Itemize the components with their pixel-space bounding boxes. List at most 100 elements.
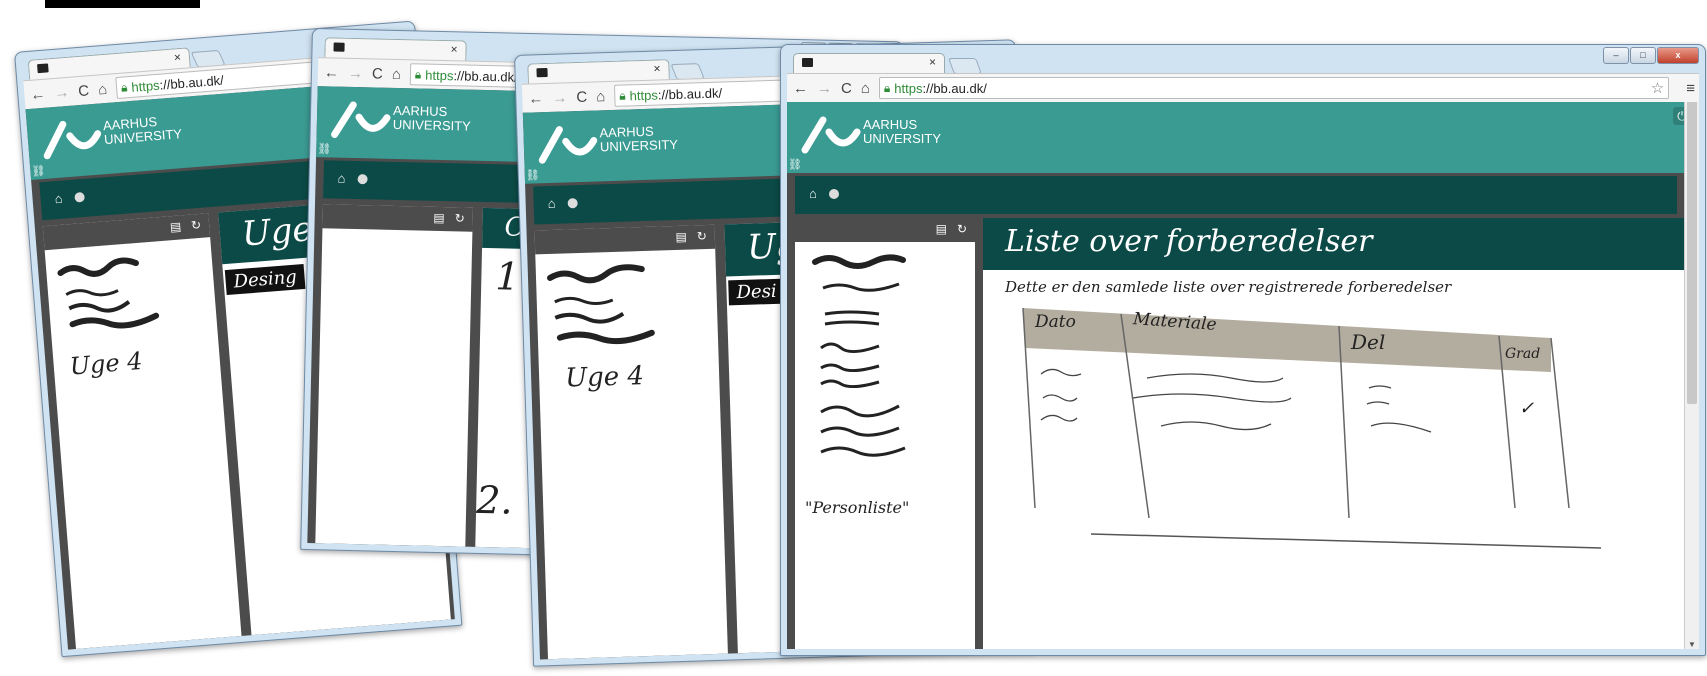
link-icon[interactable]: ⛓︎ bbox=[317, 142, 331, 155]
address-bar[interactable]: 🔒︎ https ://bb.au.dk/ ☆ bbox=[878, 77, 1670, 99]
nav-home-icon[interactable]: ⌂ bbox=[809, 186, 817, 201]
folder-icon[interactable]: ▤ bbox=[169, 219, 181, 234]
column-header-grad[interactable]: Grad bbox=[1505, 346, 1540, 362]
sidebar-scribbles bbox=[547, 264, 655, 345]
check-icon[interactable]: ✓ bbox=[1519, 398, 1534, 419]
forward-icon[interactable]: → bbox=[817, 80, 832, 97]
nav-dot-icon[interactable] bbox=[357, 174, 368, 185]
refresh-icon[interactable]: ↻ bbox=[957, 222, 967, 236]
url-host: ://bb.au.dk/ bbox=[158, 72, 225, 93]
window-controls: ‒ □ x bbox=[1603, 47, 1699, 64]
lock-icon: 🔒︎ bbox=[414, 66, 422, 81]
sidebar: ▤ ↻ Uge 4 bbox=[42, 213, 242, 649]
minimize-button[interactable]: ‒ bbox=[1603, 47, 1629, 64]
sidebar-caption[interactable]: Uge 4 bbox=[69, 347, 144, 381]
folder-icon[interactable]: ▤ bbox=[936, 222, 947, 236]
page-title: Liste over forberedelser bbox=[1005, 224, 1373, 259]
tab-close-icon[interactable]: × bbox=[929, 55, 936, 69]
scroll-down-icon[interactable]: ▼ bbox=[1685, 640, 1699, 649]
reload-icon[interactable]: C bbox=[78, 82, 90, 100]
vertical-scrollbar[interactable]: ▲ ▼ bbox=[1684, 102, 1699, 649]
url-host: ://bb.au.dk/ bbox=[453, 67, 518, 85]
page-description: Dette er den samlede liste over registre… bbox=[1005, 278, 1452, 296]
sidebar-caption-personliste[interactable]: "Personliste" bbox=[805, 498, 909, 517]
sidebar-header: ▤ ↻ bbox=[534, 224, 716, 255]
refresh-icon[interactable]: ↻ bbox=[697, 229, 707, 243]
black-bar bbox=[45, 0, 200, 8]
home-icon[interactable]: ⌂ bbox=[861, 80, 870, 97]
favicon-icon bbox=[536, 67, 548, 78]
back-icon[interactable]: ← bbox=[528, 90, 544, 107]
title-bar: × ‒ □ x bbox=[781, 45, 1705, 74]
browser-window-main: × ‒ □ x ← → C ⌂ 🔒︎ https ://bb.au.dk/ ☆ … bbox=[780, 44, 1706, 656]
reload-icon[interactable]: C bbox=[576, 88, 587, 105]
home-icon[interactable]: ⌂ bbox=[596, 88, 606, 105]
university-name: AARHUS UNIVERSITY bbox=[863, 117, 942, 146]
url-host: ://bb.au.dk/ bbox=[657, 84, 723, 102]
nav-home-icon[interactable]: ⌂ bbox=[337, 171, 345, 186]
content-subtitle: Desing bbox=[224, 263, 306, 296]
tab-close-icon[interactable]: × bbox=[653, 61, 660, 75]
tab-close-icon[interactable]: × bbox=[450, 42, 457, 56]
new-tab-button[interactable] bbox=[948, 58, 982, 74]
content-title: Uge bbox=[240, 209, 314, 255]
nav-home-icon[interactable]: ⌂ bbox=[547, 196, 555, 211]
browser-tab[interactable]: × bbox=[793, 53, 945, 74]
folder-icon[interactable]: ▤ bbox=[433, 211, 445, 225]
reload-icon[interactable]: C bbox=[841, 80, 852, 97]
link-icon[interactable]: ⛓︎ bbox=[526, 168, 540, 181]
forward-icon[interactable]: → bbox=[348, 64, 363, 81]
sidebar: ▤ ↻ bbox=[315, 204, 473, 547]
reload-icon[interactable]: C bbox=[372, 65, 383, 82]
url-scheme: https bbox=[130, 77, 161, 95]
favicon-icon bbox=[333, 42, 345, 52]
back-icon[interactable]: ← bbox=[793, 80, 808, 97]
url-scheme: https bbox=[894, 80, 923, 96]
lock-icon: 🔒︎ bbox=[619, 88, 626, 103]
maximize-button[interactable]: □ bbox=[1630, 47, 1656, 64]
favicon-icon bbox=[802, 58, 813, 67]
university-name: AARHUS UNIVERSITY bbox=[599, 123, 679, 155]
nav-dot-icon[interactable] bbox=[74, 191, 85, 203]
folder-icon[interactable]: ▤ bbox=[675, 230, 687, 244]
forward-icon[interactable]: → bbox=[54, 83, 70, 101]
university-banner: AARHUS UNIVERSITY ⏻ bbox=[787, 102, 1699, 173]
preparations-table: Dato Materiale Del Grad ✓ bbox=[1021, 308, 1621, 568]
refresh-icon[interactable]: ↻ bbox=[191, 218, 202, 233]
home-icon[interactable]: ⌂ bbox=[97, 80, 107, 98]
tab-close-icon[interactable]: × bbox=[173, 50, 181, 65]
nav-dot-icon[interactable] bbox=[829, 189, 839, 199]
nav-home-icon[interactable]: ⌂ bbox=[54, 191, 63, 207]
star-icon[interactable]: ☆ bbox=[1651, 79, 1664, 97]
back-icon[interactable]: ← bbox=[324, 64, 339, 81]
sidebar-scribbles bbox=[57, 257, 160, 329]
content-title-bar: Liste over forberedelser bbox=[983, 218, 1685, 270]
nav-bar: ⌂ bbox=[795, 176, 1677, 214]
link-icon[interactable]: ⛓︎ bbox=[31, 164, 46, 178]
column-header-del[interactable]: Del bbox=[1351, 330, 1385, 354]
sidebar-header: ▤ ↻ bbox=[795, 218, 975, 242]
sidebar-header: ▤ ↻ bbox=[42, 213, 211, 251]
refresh-icon[interactable]: ↻ bbox=[454, 211, 464, 225]
link-icon[interactable]: ⛓︎ bbox=[788, 158, 802, 171]
nav-dot-icon[interactable] bbox=[567, 198, 578, 209]
sidebar-caption[interactable]: Uge 4 bbox=[565, 361, 645, 393]
scroll-thumb[interactable] bbox=[1687, 102, 1697, 404]
university-name: AARHUS UNIVERSITY bbox=[392, 102, 472, 134]
menu-icon[interactable]: ≡ bbox=[1686, 80, 1695, 97]
close-button[interactable]: x bbox=[1657, 47, 1699, 64]
content-subtitle: Desi bbox=[728, 278, 786, 306]
favicon-icon bbox=[37, 63, 49, 74]
url-scheme: https bbox=[425, 67, 454, 83]
step-2-label: 2. bbox=[475, 477, 514, 523]
forward-icon[interactable]: → bbox=[552, 89, 568, 106]
home-icon[interactable]: ⌂ bbox=[392, 65, 401, 82]
aarhus-logo-icon bbox=[331, 101, 391, 139]
page-viewport: AARHUS UNIVERSITY ⏻ ⛓︎ ⌂ ▤ ↻ "Personlist… bbox=[787, 102, 1699, 649]
aarhus-logo-icon bbox=[538, 126, 598, 164]
sidebar-header: ▤ ↻ bbox=[322, 204, 473, 232]
back-icon[interactable]: ← bbox=[30, 85, 46, 103]
aarhus-logo-icon bbox=[801, 116, 861, 154]
column-header-dato[interactable]: Dato bbox=[1035, 312, 1076, 332]
browser-toolbar: ← → C ⌂ 🔒︎ https ://bb.au.dk/ ☆ ≡ bbox=[787, 73, 1699, 102]
